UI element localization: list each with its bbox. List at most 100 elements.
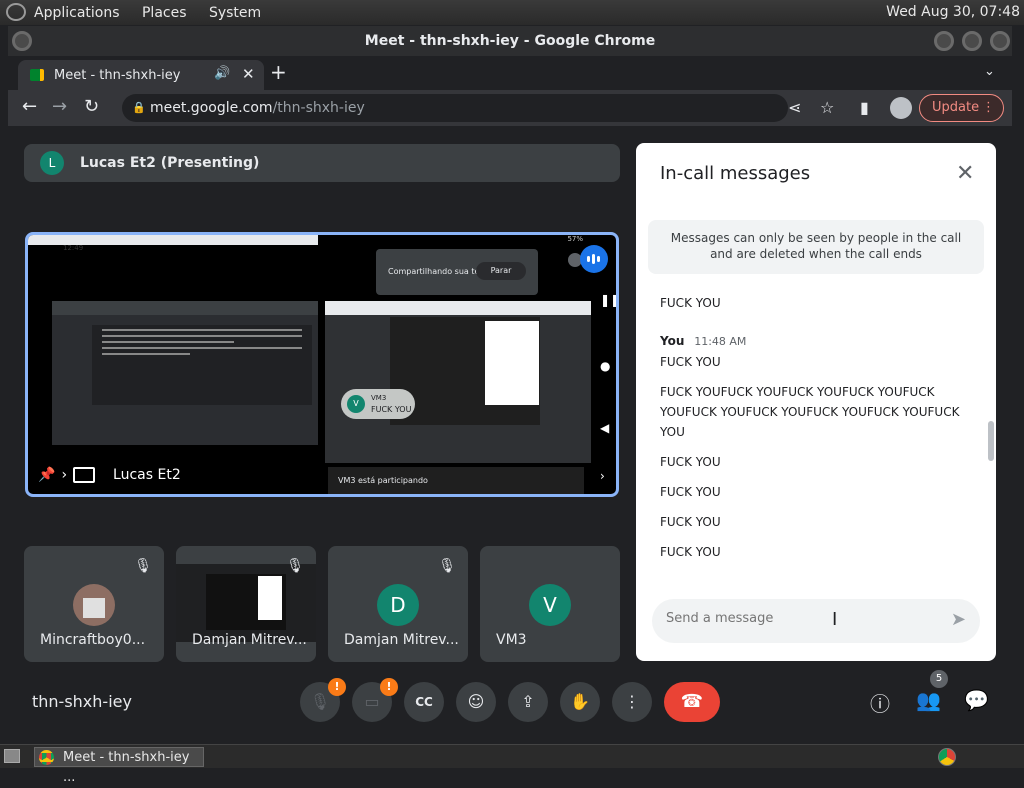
url-path: /thn-shxh-iey xyxy=(272,100,365,116)
shared-chat-bubble: V VM3 FUCK YOU xyxy=(341,389,415,419)
system-menu[interactable]: System xyxy=(209,5,261,21)
participant-name: Mincraftboy0... xyxy=(40,632,146,648)
presenter-bar[interactable]: L Lucas Et2 (Presenting) xyxy=(24,144,620,182)
taskbar-window-button[interactable]: Meet - thn-shxh-iey ... xyxy=(34,747,204,785)
close-icon[interactable]: ✕ xyxy=(956,161,974,186)
presenter-avatar: L xyxy=(40,151,64,175)
participant-tile[interactable]: 🎙 Damjan Mitrev... xyxy=(176,546,316,662)
message: FUCK YOU xyxy=(660,545,721,559)
forward-icon[interactable]: → xyxy=(52,96,67,117)
emoji-button[interactable]: ☺ xyxy=(456,682,496,722)
profile-avatar-icon[interactable] xyxy=(890,97,912,119)
shared-screen-left xyxy=(52,301,318,445)
chevron-right-icon: › xyxy=(61,467,68,483)
gnome-foot-icon[interactable] xyxy=(6,3,26,21)
address-bar[interactable]: 🔒 meet.google.com/thn-shxh-iey xyxy=(122,94,788,122)
present-icon xyxy=(73,467,96,483)
close-window-icon[interactable] xyxy=(990,31,1010,51)
chat-scrollbar[interactable] xyxy=(988,421,994,461)
window-title: Meet - thn-shxh-iey - Google Chrome xyxy=(8,26,1012,56)
people-icon[interactable]: 👥 xyxy=(916,688,941,712)
side-panel-icon[interactable]: ▮ xyxy=(860,98,869,117)
participant-tile[interactable]: 🎙 Mincraftboy0... xyxy=(24,546,164,662)
warning-icon: ! xyxy=(380,678,398,696)
participant-name: Damjan Mitrev... xyxy=(344,632,459,648)
meeting-info-icon[interactable]: ⓘ xyxy=(870,688,890,717)
more-options-button[interactable]: ⋮ xyxy=(612,682,652,722)
people-count-badge: 5 xyxy=(930,670,948,688)
browser-tab[interactable]: Meet - thn-shxh-iey 🔊 ✕ xyxy=(18,60,264,90)
participant-screen-preview xyxy=(176,564,316,642)
bubble-name: VM3 xyxy=(371,394,387,402)
stop-sharing-label: Parar xyxy=(476,262,526,280)
message-sender: You xyxy=(660,334,685,348)
tab-close-icon[interactable]: ✕ xyxy=(242,65,255,83)
main-presentation-tile[interactable]: 12:49 57% Compartilhando sua tela Parar … xyxy=(25,232,619,497)
present-button[interactable]: ⇪ xyxy=(508,682,548,722)
maximize-icon[interactable] xyxy=(962,31,982,51)
tray-chrome-icon[interactable] xyxy=(938,748,956,766)
main-tile-label: 📌 › Lucas Et2 xyxy=(38,467,181,483)
message-list: FUCK YOU You 11:48 AM FUCK YOU FUCK YOUF… xyxy=(660,293,984,562)
message: FUCK YOU xyxy=(660,355,721,369)
url-host: meet.google.com xyxy=(150,100,273,116)
browser-toolbar: ← → ↻ 🔒 meet.google.com/thn-shxh-iey ⋖ ☆… xyxy=(8,90,1012,126)
meeting-code: thn-shxh-iey xyxy=(32,692,132,711)
mic-toggle-button[interactable]: 🎙! xyxy=(300,678,346,722)
pause-icon: ❚❚ xyxy=(600,293,619,307)
bubble-avatar: V xyxy=(347,395,365,413)
reload-icon[interactable]: ↻ xyxy=(84,96,99,117)
raise-hand-button[interactable]: ✋ xyxy=(560,682,600,722)
tab-audio-icon[interactable]: 🔊 xyxy=(214,66,230,81)
muted-mic-icon: 🎙 xyxy=(438,558,456,574)
shared-status-icons: 57% xyxy=(567,235,583,243)
sharing-indicator: Compartilhando sua tela Parar xyxy=(376,249,538,295)
participant-tile[interactable]: V VM3 xyxy=(480,546,620,662)
share-icon[interactable]: ⋖ xyxy=(788,98,801,117)
text-cursor-icon: I xyxy=(832,609,838,630)
message: FUCK YOUFUCK YOUFUCK YOUFUCK YOUFUCK YOU… xyxy=(660,385,960,439)
warning-icon: ! xyxy=(328,678,346,696)
update-button[interactable]: Update ⋮ xyxy=(919,94,1004,122)
message: FUCK YOU xyxy=(660,485,721,499)
leave-call-button[interactable]: ☎ xyxy=(664,682,720,722)
tab-title: Meet - thn-shxh-iey xyxy=(54,67,181,83)
message-input[interactable] xyxy=(666,611,926,626)
bookmark-star-icon[interactable]: ☆ xyxy=(820,98,834,117)
tab-strip: Meet - thn-shxh-iey 🔊 ✕ + ⌄ xyxy=(8,56,1012,90)
avatar: D xyxy=(377,584,419,626)
captions-button[interactable]: CC xyxy=(404,682,444,722)
join-notice: VM3 está participando xyxy=(328,467,584,494)
back-icon[interactable]: ← xyxy=(22,96,37,117)
avatar xyxy=(73,584,115,626)
speaking-indicator-icon xyxy=(580,245,608,273)
next-chevron-icon[interactable]: › xyxy=(600,469,605,483)
muted-mic-icon: 🎙 xyxy=(286,558,304,574)
minimize-icon[interactable] xyxy=(934,31,954,51)
update-label: Update xyxy=(932,100,980,115)
new-tab-icon[interactable]: + xyxy=(270,60,287,84)
participant-tile[interactable]: 🎙 D Damjan Mitrev... xyxy=(328,546,468,662)
tab-search-chevron-icon[interactable]: ⌄ xyxy=(984,64,995,79)
presenter-label: Lucas Et2 (Presenting) xyxy=(80,155,260,171)
send-icon[interactable]: ➤ xyxy=(951,609,966,630)
lock-icon[interactable]: 🔒 xyxy=(132,94,146,122)
places-menu[interactable]: Places xyxy=(142,5,187,21)
meet-favicon-icon xyxy=(30,69,44,81)
show-desktop-icon[interactable] xyxy=(4,749,20,763)
clock[interactable]: Wed Aug 30, 07:48 xyxy=(886,4,1020,20)
chat-title: In-call messages xyxy=(660,163,811,184)
camera-toggle-button[interactable]: ▭! xyxy=(352,678,398,722)
applications-menu[interactable]: Applications xyxy=(34,5,120,21)
chrome-icon xyxy=(39,750,54,765)
message: FUCK YOU xyxy=(660,455,721,469)
taskbar: Meet - thn-shxh-iey ... xyxy=(0,744,1024,785)
pin-icon[interactable]: 📌 xyxy=(38,467,55,483)
chat-icon[interactable]: 💬 xyxy=(964,688,989,712)
bubble-message: FUCK YOU xyxy=(371,405,412,414)
kebab-menu-icon[interactable]: ⋮ xyxy=(982,95,995,121)
system-top-bar: Applications Places System Wed Aug 30, 0… xyxy=(0,0,1024,25)
chat-notice: Messages can only be seen by people in t… xyxy=(648,220,984,274)
message-composer[interactable]: I ➤ xyxy=(652,599,980,643)
window-menu-icon[interactable] xyxy=(12,31,32,51)
